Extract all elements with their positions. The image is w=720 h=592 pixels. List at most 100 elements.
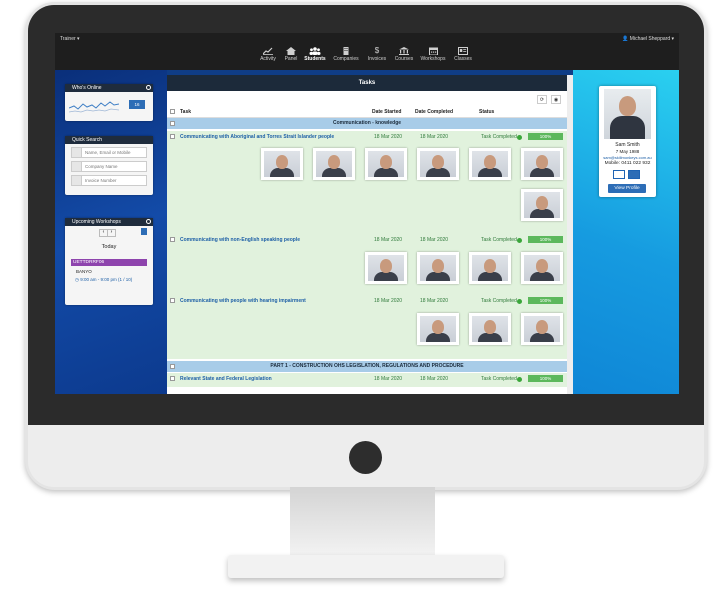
workshop-time-label: 9:00 am - 9:00 pm (1 / 10) xyxy=(80,277,133,282)
task-name[interactable]: Relevant State and Federal Legislation xyxy=(180,376,272,382)
users-icon xyxy=(309,47,321,55)
scrollbar[interactable] xyxy=(567,75,573,394)
view-profile-button[interactable]: View Profile xyxy=(608,184,646,193)
company-search-row: Company Name xyxy=(71,161,147,172)
building-icon xyxy=(71,161,82,172)
evidence-photo[interactable] xyxy=(469,313,511,345)
nav-students[interactable]: Students xyxy=(302,47,328,62)
col-status[interactable]: Status xyxy=(479,109,494,115)
task-name[interactable]: Communicating with people with hearing i… xyxy=(180,298,306,304)
evidence-photo[interactable] xyxy=(521,252,563,284)
evidence-photo[interactable] xyxy=(521,313,563,345)
nav-courses[interactable]: Courses xyxy=(391,47,417,62)
date-completed: 18 Mar 2020 xyxy=(420,134,449,140)
whos-online-title: Who's Online xyxy=(72,85,102,91)
top-navbar: Trainer ▾ 👤 Michael Sheppard ▾ Activity … xyxy=(55,33,679,70)
nav-companies[interactable]: Companies xyxy=(333,47,359,62)
evidence-photo[interactable] xyxy=(417,148,459,180)
upcoming-workshops-title: Upcoming Workshops xyxy=(72,219,121,225)
monitor-stand-base xyxy=(228,555,504,578)
progress-badge: 100% xyxy=(528,133,563,140)
student-profile-card: Sam Smith 7 May 1988 sam@skillmonkeys.co… xyxy=(599,86,656,197)
chart-icon xyxy=(263,47,273,55)
col-task[interactable]: Task xyxy=(180,109,191,115)
nav-activity-label: Activity xyxy=(260,56,276,62)
task-name[interactable]: Communicating with Aboriginal and Torres… xyxy=(180,134,334,140)
evidence-photo[interactable] xyxy=(365,148,407,180)
evidence-photo[interactable] xyxy=(417,313,459,345)
student-photo xyxy=(604,89,651,139)
nav-invoices[interactable]: $ Invoices xyxy=(364,46,390,63)
evidence-photo[interactable] xyxy=(469,148,511,180)
workshop-day-label: Today xyxy=(101,244,117,250)
dollar-icon xyxy=(71,175,82,186)
col-date-completed[interactable]: Date Completed xyxy=(415,109,453,115)
workshop-time[interactable]: ◷ 9:00 am - 9:00 pm (1 / 10) xyxy=(75,277,132,283)
task-table-header xyxy=(167,106,567,118)
name-search-input[interactable]: Name, Email or Mobile xyxy=(82,147,147,158)
task-status: Task Completed xyxy=(481,298,517,304)
workshop-location: BANYO xyxy=(76,269,92,274)
evidence-photo[interactable] xyxy=(261,148,303,180)
workshop-code[interactable]: UETTDRRF06 xyxy=(71,259,147,266)
student-name: Sam Smith xyxy=(615,142,640,148)
col-date-started[interactable]: Date Started xyxy=(372,109,401,115)
company-search-input[interactable]: Company Name xyxy=(82,161,147,172)
person-icon xyxy=(71,147,82,158)
nav-workshops[interactable]: Workshops xyxy=(420,47,446,62)
refresh-icon[interactable] xyxy=(146,219,151,224)
evidence-photo[interactable] xyxy=(521,189,563,221)
task-status: Task Completed xyxy=(481,376,517,382)
evidence-photo[interactable] xyxy=(417,252,459,284)
student-email[interactable]: sam@skillmonkeys.com.au xyxy=(599,155,656,160)
date-started: 18 Mar 2020 xyxy=(374,298,403,304)
view-toggle-button[interactable]: ◉ xyxy=(551,95,561,104)
select-all-checkbox[interactable] xyxy=(170,109,175,114)
online-count-badge[interactable]: 16 xyxy=(129,100,145,109)
task-checkbox[interactable] xyxy=(170,134,175,139)
mobile-icon[interactable] xyxy=(613,170,625,179)
section-checkbox[interactable] xyxy=(170,364,175,369)
monitor-stand-neck xyxy=(290,487,435,557)
quick-search-title: Quick Search xyxy=(72,137,103,143)
refresh-icon[interactable] xyxy=(146,85,151,90)
evidence-photo[interactable] xyxy=(521,148,563,180)
date-completed: 18 Mar 2020 xyxy=(420,237,449,243)
app-screen: Trainer ▾ 👤 Michael Sheppard ▾ Activity … xyxy=(55,33,679,394)
next-day-button[interactable]: › xyxy=(107,229,116,237)
calendar-icon[interactable] xyxy=(141,228,147,235)
tasks-title: Tasks xyxy=(167,75,567,91)
task-checkbox[interactable] xyxy=(170,298,175,303)
task-row: Communicating with Aboriginal and Torres… xyxy=(167,131,567,234)
invoice-search-row: Invoice Number xyxy=(71,175,147,186)
calendar-icon xyxy=(428,47,438,55)
section-label: PART 1 - CONSTRUCTION OHS LEGISLATION, R… xyxy=(270,363,464,369)
bank-icon xyxy=(399,47,409,55)
task-checkbox[interactable] xyxy=(170,376,175,381)
building-icon xyxy=(343,47,349,55)
task-name[interactable]: Communicating with non-English speaking … xyxy=(180,237,300,243)
nav-students-label: Students xyxy=(304,56,326,62)
user-icon: 👤 xyxy=(622,36,629,42)
nav-panel-label: Panel xyxy=(284,56,298,62)
section-header: PART 1 - CONSTRUCTION OHS LEGISLATION, R… xyxy=(167,361,567,372)
refresh-tasks-button[interactable]: ⟳ xyxy=(537,95,547,104)
status-dot xyxy=(517,299,522,304)
quick-search-widget: Quick Search Name, Email or Mobile Compa… xyxy=(65,136,153,195)
invoice-search-input[interactable]: Invoice Number xyxy=(82,175,147,186)
nav-classes[interactable]: Classes xyxy=(450,47,476,62)
evidence-photo[interactable] xyxy=(469,252,511,284)
evidence-photo[interactable] xyxy=(313,148,355,180)
clock-icon: ◷ xyxy=(75,277,79,282)
dollar-icon: $ xyxy=(374,46,380,55)
nav-panel[interactable]: Panel xyxy=(278,47,304,62)
user-menu[interactable]: 👤 Michael Sheppard ▾ xyxy=(622,36,674,42)
evidence-photo[interactable] xyxy=(365,252,407,284)
role-menu[interactable]: Trainer ▾ xyxy=(60,36,80,42)
envelope-icon[interactable] xyxy=(628,170,640,179)
student-dob: 7 May 1988 xyxy=(615,149,640,154)
task-checkbox[interactable] xyxy=(170,237,175,242)
section-checkbox[interactable] xyxy=(170,121,175,126)
nav-companies-label: Companies xyxy=(333,56,359,62)
whos-online-header: Who's Online xyxy=(65,84,153,92)
